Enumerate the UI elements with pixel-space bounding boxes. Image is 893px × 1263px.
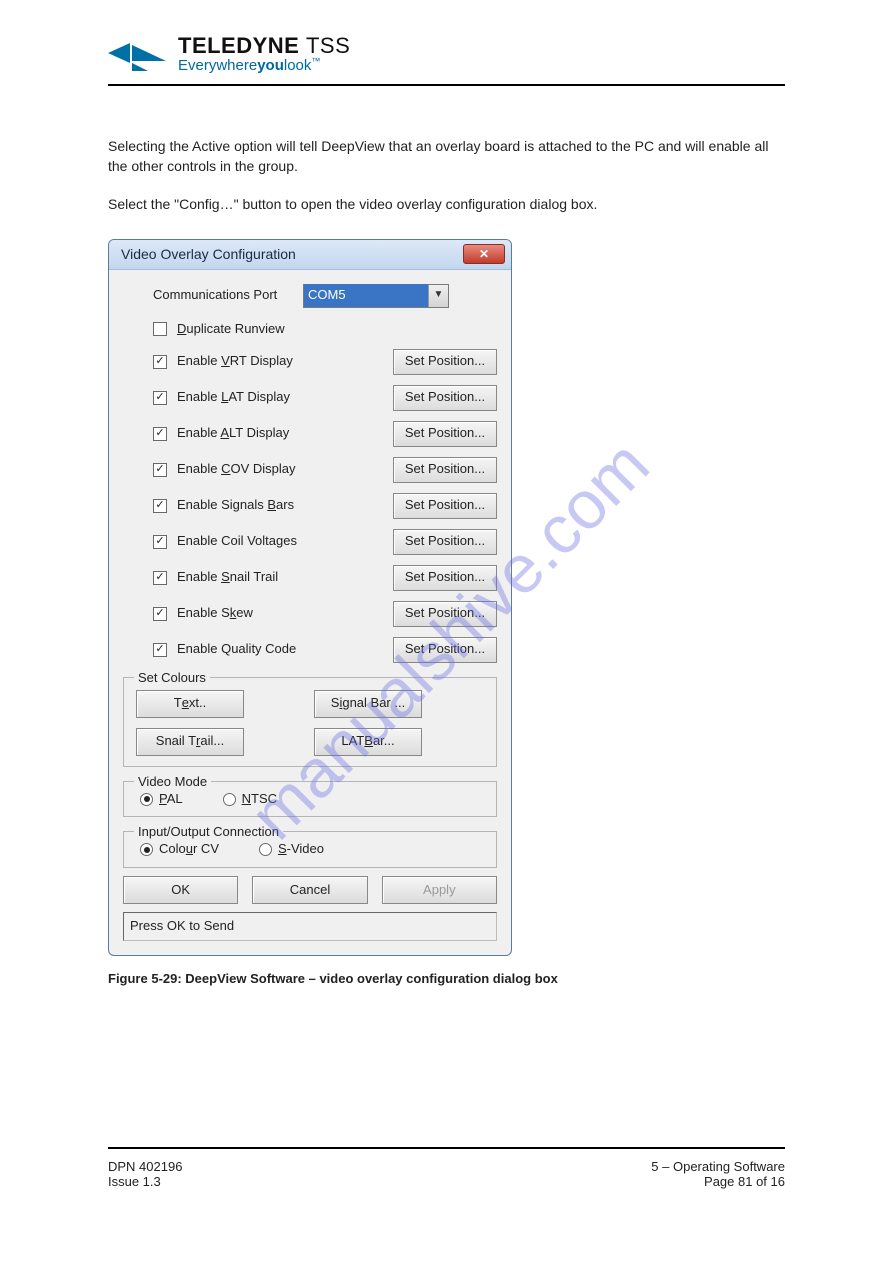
brand-tagline: Everywhereyoulook™ (178, 57, 350, 74)
close-icon: ✕ (479, 246, 489, 263)
footer-doc-number: DPN 402196 (108, 1159, 182, 1174)
duplicate-runview-checkbox[interactable]: ✓ (153, 322, 167, 336)
enable-checkbox-7[interactable]: ✓ (153, 607, 167, 621)
ntsc-radio[interactable] (223, 793, 236, 806)
enable-label-6: Enable Snail Trail (177, 568, 389, 587)
svideo-label: S-Video (278, 840, 324, 859)
enable-label-1: Enable LAT Display (177, 388, 389, 407)
ntsc-label: NTSC (242, 790, 277, 809)
brand-name: TELEDYNE TSS (178, 34, 350, 57)
io-connection-legend: Input/Output Connection (134, 823, 283, 842)
video-overlay-dialog: Video Overlay Configuration ✕ Communicat… (108, 239, 512, 956)
enable-label-4: Enable Signals Bars (177, 496, 389, 515)
set-colours-group: Set Colours Text.. Signal Bar ... Snail … (123, 677, 497, 767)
set-position-button-6[interactable]: Set Position... (393, 565, 497, 591)
pal-radio[interactable] (140, 793, 153, 806)
set-position-button-1[interactable]: Set Position... (393, 385, 497, 411)
set-position-button-4[interactable]: Set Position... (393, 493, 497, 519)
enable-checkbox-5[interactable]: ✓ (153, 535, 167, 549)
close-button[interactable]: ✕ (463, 244, 505, 264)
svideo-radio[interactable] (259, 843, 272, 856)
comm-port-value: COM5 (304, 284, 428, 307)
set-position-button-3[interactable]: Set Position... (393, 457, 497, 483)
brand-logo: TELEDYNE TSS Everywhereyoulook™ (108, 34, 350, 74)
enable-label-3: Enable COV Display (177, 460, 389, 479)
colour-cv-radio[interactable] (140, 843, 153, 856)
set-position-button-7[interactable]: Set Position... (393, 601, 497, 627)
cancel-button[interactable]: Cancel (252, 876, 367, 904)
enable-label-5: Enable Coil Voltages (177, 532, 389, 551)
set-position-button-5[interactable]: Set Position... (393, 529, 497, 555)
snail-trail-colour-button[interactable]: Snail Trail... (136, 728, 244, 756)
enable-checkbox-6[interactable]: ✓ (153, 571, 167, 585)
logo-mark-icon (108, 35, 166, 73)
enable-checkbox-8[interactable]: ✓ (153, 643, 167, 657)
enable-label-2: Enable ALT Display (177, 424, 389, 443)
set-position-button-2[interactable]: Set Position... (393, 421, 497, 447)
intro-paragraph-2: Select the "Config…" button to open the … (108, 194, 785, 214)
pal-label: PAL (159, 790, 183, 809)
enable-checkbox-4[interactable]: ✓ (153, 499, 167, 513)
dialog-title: Video Overlay Configuration (121, 244, 296, 264)
comm-port-label: Communications Port (123, 286, 303, 305)
enable-label-0: Enable VRT Display (177, 352, 389, 371)
intro-paragraph-1: Selecting the Active option will tell De… (108, 136, 785, 177)
footer-page: Page 81 of 16 (704, 1174, 785, 1189)
text-colour-button[interactable]: Text.. (136, 690, 244, 718)
set-colours-legend: Set Colours (134, 669, 210, 688)
set-position-button-8[interactable]: Set Position... (393, 637, 497, 663)
figure-caption: Figure 5-29: DeepView Software – video o… (108, 970, 785, 989)
chevron-down-icon[interactable]: ▼ (428, 285, 448, 307)
status-text: Press OK to Send (123, 912, 497, 941)
signal-bar-colour-button[interactable]: Signal Bar ... (314, 690, 422, 718)
comm-port-combo[interactable]: COM5 ▼ (303, 284, 449, 308)
page-footer: DPN 402196 5 – Operating Software Issue … (108, 1147, 785, 1189)
ok-button[interactable]: OK (123, 876, 238, 904)
footer-issue: Issue 1.3 (108, 1174, 161, 1189)
page-header: TELEDYNE TSS Everywhereyoulook™ (108, 34, 785, 86)
video-mode-group: Video Mode PAL NTSC (123, 781, 497, 818)
enable-label-7: Enable Skew (177, 604, 389, 623)
enable-label-8: Enable Quality Code (177, 640, 389, 659)
footer-section: 5 – Operating Software (651, 1159, 785, 1174)
io-connection-group: Input/Output Connection Colour CV S-Vide… (123, 831, 497, 868)
apply-button[interactable]: Apply (382, 876, 497, 904)
dialog-titlebar[interactable]: Video Overlay Configuration ✕ (109, 240, 511, 270)
duplicate-runview-label: Duplicate Runview (177, 320, 497, 339)
lat-bar-colour-button[interactable]: LAT Bar... (314, 728, 422, 756)
enable-checkbox-2[interactable]: ✓ (153, 427, 167, 441)
enable-checkbox-3[interactable]: ✓ (153, 463, 167, 477)
set-position-button-0[interactable]: Set Position... (393, 349, 497, 375)
enable-checkbox-1[interactable]: ✓ (153, 391, 167, 405)
colour-cv-label: Colour CV (159, 840, 219, 859)
enable-checkbox-0[interactable]: ✓ (153, 355, 167, 369)
video-mode-legend: Video Mode (134, 773, 211, 792)
